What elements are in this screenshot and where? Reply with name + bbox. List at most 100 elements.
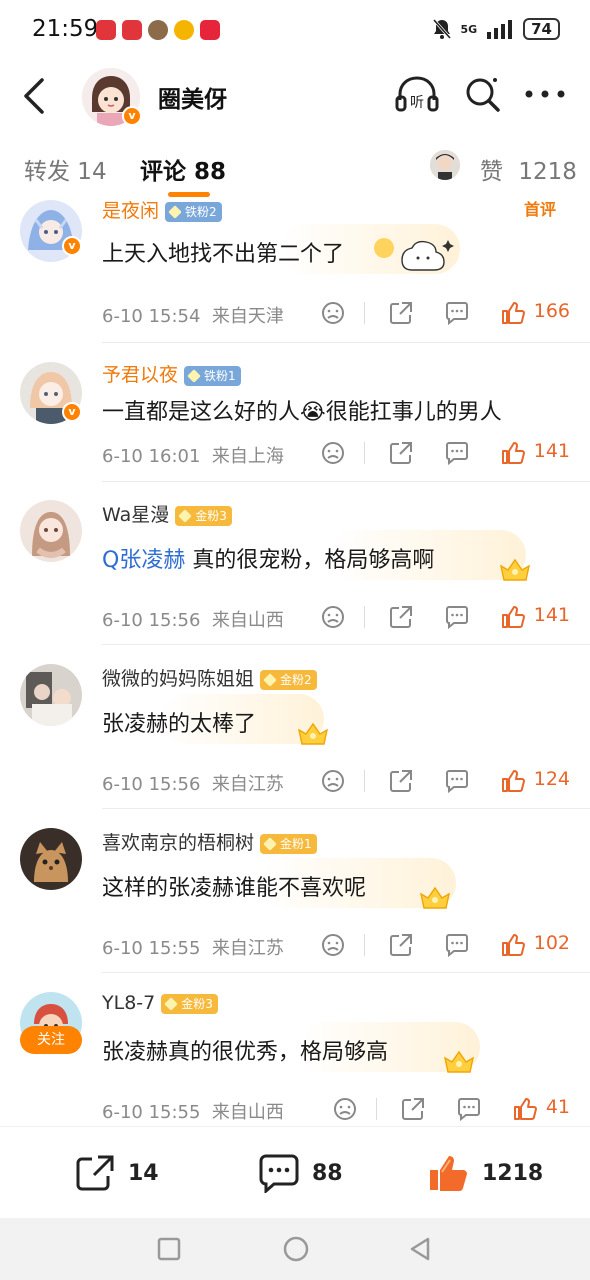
fan-badge: 金粉3 xyxy=(175,505,232,526)
comment-actions: 41 xyxy=(330,1096,590,1126)
comment-button[interactable]: 88 xyxy=(258,1151,343,1195)
like-filled-icon xyxy=(430,1156,467,1192)
tab-repost[interactable]: 转发 14 xyxy=(24,152,107,186)
commenter-name[interactable]: 微微的妈妈陈姐姐 金粉2 xyxy=(102,664,317,691)
likes-count: 1218 xyxy=(518,159,577,185)
liker-avatar[interactable] xyxy=(430,150,460,180)
commenter-name[interactable]: 予君以夜 铁粉1 xyxy=(102,360,241,387)
reply-icon[interactable] xyxy=(456,1096,482,1122)
share-icon[interactable] xyxy=(388,932,414,958)
commenter-avatar[interactable] xyxy=(20,828,82,890)
tab-comments[interactable]: 评论 88 xyxy=(140,152,226,186)
dislike-face-icon[interactable] xyxy=(320,932,346,958)
like-icon[interactable] xyxy=(500,300,526,326)
likes-label: 赞 xyxy=(480,159,503,185)
like-count: 141 xyxy=(533,440,570,462)
comment-actions: 166 xyxy=(318,300,578,330)
comment-text: 上天入地找不出第二个了 xyxy=(102,242,345,267)
comment-text: 这样的张凌赫谁能不喜欢呢 xyxy=(102,876,367,901)
tab-likes[interactable]: 赞 1218 xyxy=(480,152,577,186)
repost-button[interactable]: 14 xyxy=(74,1151,159,1195)
action-divider xyxy=(364,770,365,792)
like-count: 166 xyxy=(533,300,570,322)
dislike-face-icon[interactable] xyxy=(332,1096,358,1122)
share-icon[interactable] xyxy=(388,604,414,630)
tab-bar: 转发 14 评论 88 赞 1218 xyxy=(0,136,590,202)
like-total: 1218 xyxy=(482,1160,544,1186)
mute-bell-icon xyxy=(433,19,452,39)
recent-apps-icon[interactable] xyxy=(156,1236,182,1262)
dislike-face-icon[interactable] xyxy=(320,440,346,466)
home-icon[interactable] xyxy=(282,1235,310,1263)
reply-icon[interactable] xyxy=(444,768,470,794)
page-title: 圈美伢 xyxy=(158,87,227,113)
verified-badge-icon: v xyxy=(62,236,82,256)
commenter-name[interactable]: 喜欢南京的梧桐树 金粉1 xyxy=(102,828,317,855)
system-nav-bar xyxy=(0,1218,590,1280)
comment-meta: 6-10 15:56 来自江苏 xyxy=(102,774,284,795)
reply-icon[interactable] xyxy=(444,604,470,630)
like-icon[interactable] xyxy=(500,932,526,958)
first-comment-tag: 首评 xyxy=(524,200,557,219)
gold-crown-icon xyxy=(499,558,531,581)
like-icon[interactable] xyxy=(500,440,526,466)
like-count: 124 xyxy=(533,768,570,790)
gold-crown-icon xyxy=(419,886,451,909)
commenter-name[interactable]: Wa星漫 金粉3 xyxy=(102,500,232,527)
comment-actions: 102 xyxy=(318,932,578,962)
action-divider xyxy=(376,1098,377,1120)
comment-text: 张凌赫的太棒了 xyxy=(102,712,257,737)
comment-meta: 6-10 16:01 来自上海 xyxy=(102,446,284,467)
reply-icon[interactable] xyxy=(444,440,470,466)
like-icon[interactable] xyxy=(500,604,526,630)
fan-badge: 金粉1 xyxy=(260,833,317,854)
sticker-cloud-icon xyxy=(374,238,454,271)
listen-icon[interactable]: 听 xyxy=(394,74,440,114)
network-label: 5G xyxy=(460,22,478,36)
commenter-avatar[interactable] xyxy=(20,664,82,726)
like-count: 41 xyxy=(545,1096,570,1118)
dislike-face-icon[interactable] xyxy=(320,604,346,630)
share-icon[interactable] xyxy=(400,1096,426,1122)
comment-list: v 是夜闲 铁粉2 首评 上天入地找不出第二个了 6-10 15:54 来自天津 … xyxy=(0,200,590,1126)
fan-badge: 金粉2 xyxy=(260,669,317,690)
shop-app-icon xyxy=(200,20,220,40)
verified-badge-icon: v xyxy=(62,402,82,422)
back-arrow-icon[interactable] xyxy=(14,74,54,118)
header-bar: v 圈美伢 听 xyxy=(0,60,590,136)
fan-badge: 铁粉1 xyxy=(184,365,241,386)
game-app-icon xyxy=(148,20,168,40)
back-nav-icon[interactable] xyxy=(406,1235,434,1263)
search-icon[interactable] xyxy=(462,74,502,114)
commenter-name[interactable]: YL8-7 金粉3 xyxy=(102,992,218,1014)
like-count: 141 xyxy=(533,604,570,626)
reply-icon[interactable] xyxy=(444,300,470,326)
share-icon[interactable] xyxy=(388,300,414,326)
comment-actions: 124 xyxy=(318,768,578,798)
comment-divider xyxy=(102,644,590,645)
status-app-icons xyxy=(96,20,220,40)
gold-crown-icon xyxy=(443,1050,475,1073)
action-divider xyxy=(364,442,365,464)
comment-meta: 6-10 15:54 来自天津 xyxy=(102,306,284,327)
status-time: 21:59 xyxy=(32,16,99,42)
dislike-face-icon[interactable] xyxy=(320,768,346,794)
comment-divider xyxy=(102,972,590,973)
follow-button[interactable]: 关注 xyxy=(20,1026,82,1054)
comment-text: 一直都是这么好的人😭很能扛事儿的男人 xyxy=(102,400,502,425)
svg-text:听: 听 xyxy=(410,95,424,111)
more-icon[interactable] xyxy=(520,82,570,106)
commenter-avatar[interactable] xyxy=(20,500,82,562)
comment-actions: 141 xyxy=(318,604,578,634)
mention-link[interactable]: Q张凌赫 xyxy=(102,548,185,573)
reply-icon[interactable] xyxy=(444,932,470,958)
share-icon[interactable] xyxy=(388,768,414,794)
share-icon[interactable] xyxy=(388,440,414,466)
battery-indicator: 74 xyxy=(523,18,560,40)
dislike-face-icon[interactable] xyxy=(320,300,346,326)
comment-text: Q张凌赫 真的很宠粉，格局够高啊 xyxy=(102,548,435,573)
like-icon[interactable] xyxy=(500,768,526,794)
commenter-name[interactable]: 是夜闲 铁粉2 xyxy=(102,200,222,223)
like-icon[interactable] xyxy=(512,1096,538,1122)
like-button[interactable]: 1218 xyxy=(426,1151,543,1195)
